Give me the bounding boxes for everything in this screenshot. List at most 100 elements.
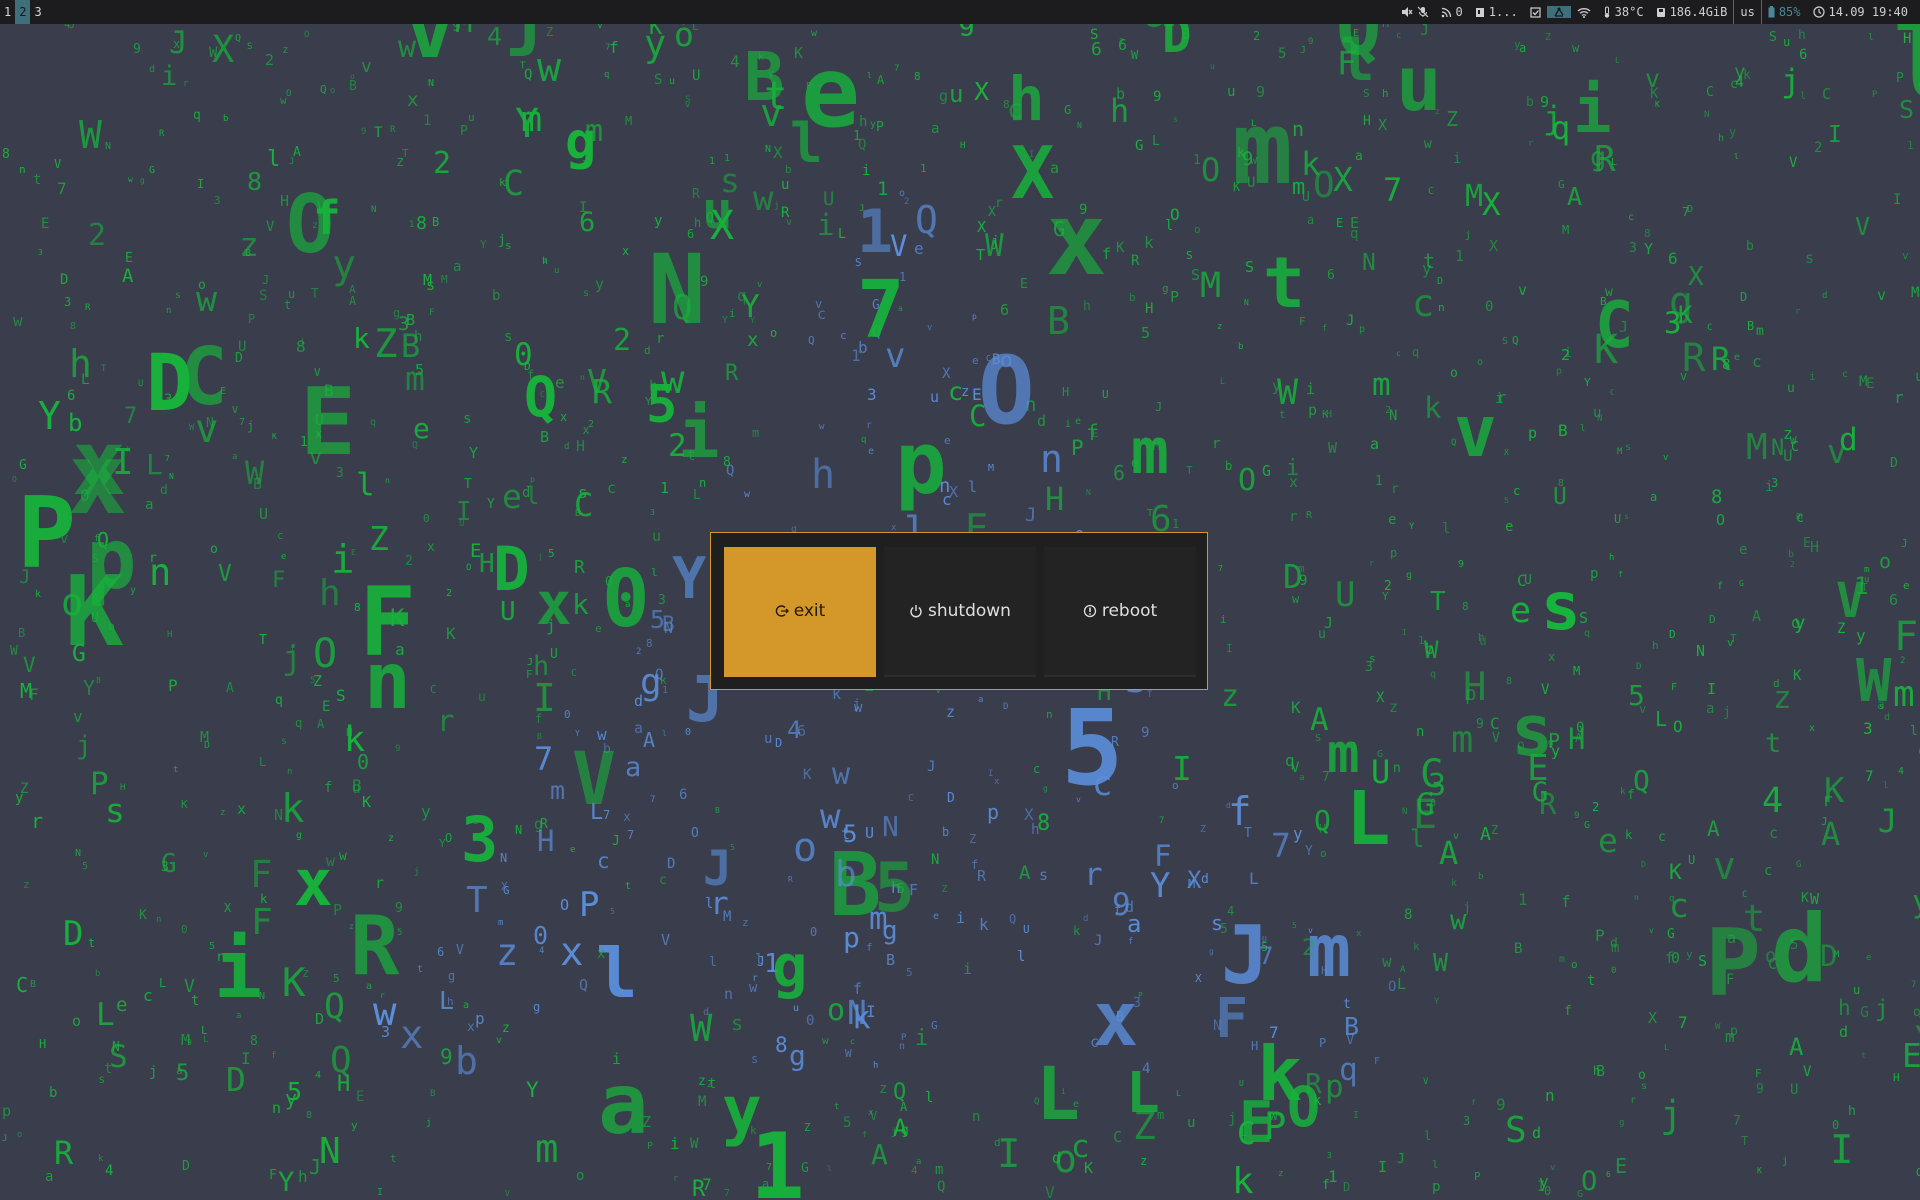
shutdown-label: shutdown — [928, 601, 1011, 621]
svg-text:B: B — [662, 612, 675, 636]
svg-text:M: M — [1200, 266, 1221, 306]
svg-text:u: u — [793, 1003, 799, 1014]
svg-text:t: t — [1861, 1051, 1866, 1060]
svg-text:C: C — [1113, 1128, 1122, 1146]
wifi-module[interactable] — [1571, 7, 1597, 18]
svg-text:6: 6 — [67, 388, 75, 404]
svg-text:i: i — [956, 909, 965, 927]
svg-text:F: F — [269, 1168, 277, 1183]
vpn-module[interactable] — [1546, 6, 1571, 18]
volume-module[interactable] — [1395, 6, 1435, 18]
svg-text:l: l — [1017, 949, 1025, 965]
svg-text:O: O — [1238, 463, 1256, 498]
svg-text:D: D — [182, 1159, 190, 1174]
svg-text:u: u — [554, 266, 559, 276]
svg-text:K: K — [1594, 327, 1618, 373]
svg-text:w: w — [749, 980, 758, 996]
svg-text:S: S — [654, 72, 662, 88]
workspace-3[interactable]: 3 — [30, 0, 45, 24]
battery-module[interactable]: 85% — [1762, 0, 1807, 24]
svg-text:J: J — [927, 759, 935, 775]
svg-text:J: J — [703, 841, 732, 897]
svg-text:h: h — [1718, 133, 1724, 144]
disk-module[interactable]: 186.4GiB — [1650, 0, 1734, 24]
svg-text:y: y — [1734, 61, 1745, 83]
svg-text:U: U — [459, 519, 464, 529]
svg-text:w: w — [13, 311, 23, 330]
svg-text:l: l — [790, 112, 823, 175]
svg-text:e: e — [281, 552, 286, 562]
svg-text:R: R — [592, 372, 612, 411]
svg-text:I: I — [1378, 1158, 1387, 1176]
svg-text:V: V — [266, 219, 275, 235]
svg-text:p: p — [1308, 401, 1317, 419]
exit-button[interactable]: exit — [724, 547, 876, 677]
svg-text:5: 5 — [1504, 496, 1509, 505]
network-module[interactable]: 0 — [1435, 0, 1469, 24]
clock-module[interactable]: 14.09 19:40 — [1807, 0, 1914, 24]
keyboard-layout[interactable]: us — [1733, 0, 1762, 24]
svg-text:1: 1 — [1907, 139, 1914, 152]
svg-text:o: o — [1172, 779, 1179, 792]
svg-text:p: p — [972, 312, 977, 321]
svg-text:S: S — [685, 95, 690, 105]
svg-text:1: 1 — [409, 220, 414, 230]
svg-text:r: r — [1084, 857, 1103, 893]
svg-text:b: b — [455, 1039, 478, 1083]
svg-text:9: 9 — [1079, 202, 1087, 218]
shutdown-button[interactable]: shutdown — [884, 547, 1036, 677]
svg-text:x: x — [1046, 180, 1107, 298]
workspace-1[interactable]: 1 — [0, 0, 15, 24]
svg-text:c: c — [1396, 31, 1401, 41]
svg-text:F: F — [526, 668, 533, 681]
svg-text:2: 2 — [1119, 37, 1124, 46]
svg-text:5: 5 — [1628, 679, 1645, 712]
svg-text:U: U — [1688, 853, 1695, 867]
top-status-bar: 1 2 3 0 1... 38°C 186.4GiB us 85% 14.09 … — [0, 0, 1920, 24]
svg-text:a: a — [625, 752, 641, 783]
svg-text:D: D — [1437, 276, 1443, 287]
svg-text:B: B — [1344, 1012, 1359, 1041]
svg-text:9: 9 — [440, 1045, 453, 1069]
tasks-module[interactable] — [1524, 6, 1547, 18]
svg-text:r: r — [183, 79, 189, 89]
svg-text:S: S — [1502, 336, 1508, 347]
svg-text:B: B — [1047, 299, 1070, 343]
svg-text:f: f — [1102, 245, 1111, 263]
svg-text:k: k — [98, 1154, 104, 1164]
svg-text:9: 9 — [1476, 717, 1484, 732]
svg-text:7: 7 — [57, 179, 67, 198]
svg-text:J: J — [612, 834, 620, 849]
svg-text:r: r — [437, 704, 454, 738]
svg-text:9: 9 — [361, 127, 366, 137]
svg-text:s: s — [1039, 866, 1048, 884]
svg-text:Q: Q — [706, 211, 714, 226]
svg-text:B: B — [1181, 25, 1190, 43]
svg-text:r: r — [31, 809, 43, 833]
svg-text:z: z — [312, 220, 318, 231]
svg-text:v: v — [927, 323, 932, 333]
svg-text:l: l — [1910, 724, 1918, 739]
svg-text:F: F — [429, 308, 434, 318]
temperature-module[interactable]: 38°C — [1597, 0, 1650, 24]
svg-text:j: j — [1465, 230, 1471, 241]
svg-text:c: c — [1842, 369, 1848, 380]
svg-text:z: z — [1221, 679, 1239, 714]
svg-text:z: z — [502, 1021, 510, 1036]
svg-text:E: E — [1020, 277, 1028, 292]
reboot-button[interactable]: reboot — [1044, 547, 1196, 677]
svg-text:6: 6 — [1889, 591, 1898, 609]
svg-text:2: 2 — [1592, 800, 1599, 814]
svg-text:s: s — [1641, 1081, 1647, 1092]
svg-text:p: p — [86, 510, 137, 608]
svg-text:K: K — [1650, 86, 1659, 102]
workspace-2[interactable]: 2 — [15, 0, 31, 24]
svg-text:M: M — [625, 114, 632, 128]
svg-text:d: d — [1771, 895, 1828, 1004]
svg-text:9: 9 — [1153, 89, 1161, 105]
svg-text:4: 4 — [1762, 781, 1783, 821]
notes-module[interactable]: 1... — [1469, 0, 1524, 24]
svg-text:7: 7 — [1383, 171, 1402, 209]
svg-text:Z: Z — [969, 832, 976, 846]
svg-text:K: K — [1233, 180, 1241, 194]
